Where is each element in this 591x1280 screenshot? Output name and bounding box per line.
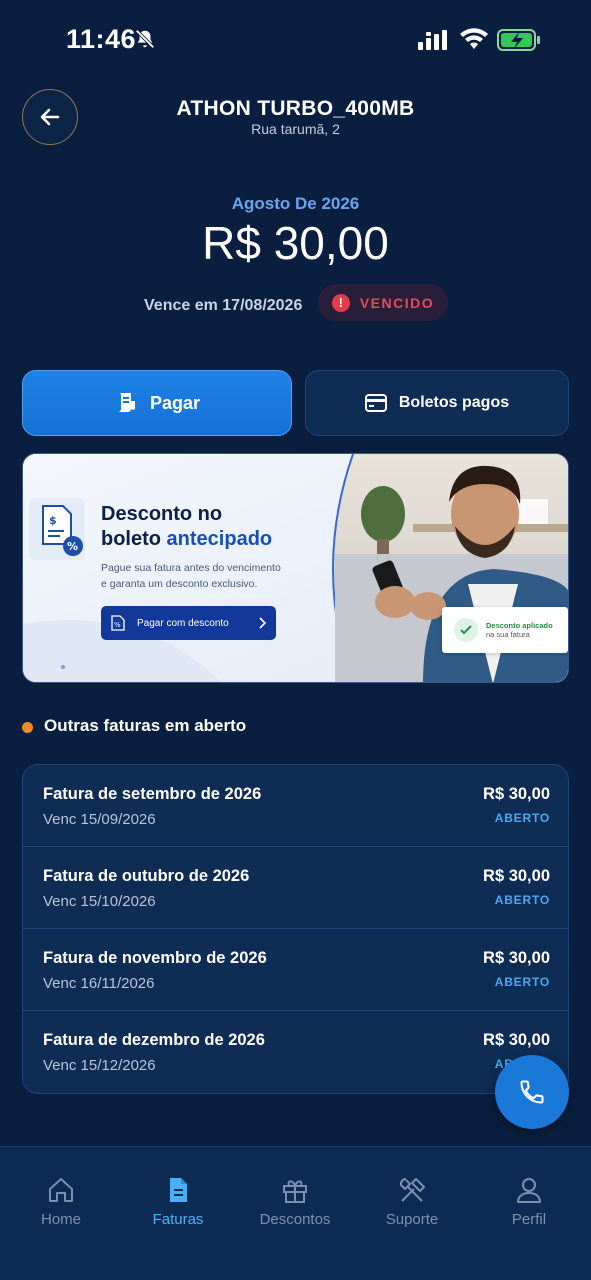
invoice-row[interactable]: Fatura de outubro de 2026 Venc 15/10/202… bbox=[23, 847, 568, 929]
user-icon bbox=[517, 1178, 541, 1203]
paid-invoices-button[interactable]: Boletos pagos bbox=[305, 370, 569, 436]
invoice-row[interactable]: Fatura de novembro de 2026 Venc 16/11/20… bbox=[23, 929, 568, 1011]
invoice-due-date: Vence em 17/08/2026 bbox=[144, 297, 303, 314]
phone-icon bbox=[520, 1080, 544, 1104]
pay-with-discount-button[interactable]: % Pagar com desconto bbox=[101, 606, 276, 640]
wifi-icon bbox=[460, 28, 488, 49]
open-invoices-list: Fatura de setembro de 2026 Venc 15/09/20… bbox=[22, 764, 569, 1094]
invoice-row-amount: R$ 30,00 bbox=[483, 785, 550, 803]
alert-icon: ! bbox=[331, 293, 350, 312]
pay-with-discount-label: Pagar com desconto bbox=[137, 617, 229, 629]
battery-charging-icon bbox=[497, 29, 540, 51]
discount-applied-subtitle: na sua fatura bbox=[486, 630, 530, 639]
invoice-row-due: Venc 15/09/2026 bbox=[43, 811, 156, 828]
signal-icon bbox=[418, 30, 447, 50]
invoice-row[interactable]: Fatura de setembro de 2026 Venc 15/09/20… bbox=[23, 765, 568, 847]
invoice-row[interactable]: Fatura de dezembro de 2026 Venc 15/12/20… bbox=[23, 1011, 568, 1093]
nav-item-label: Perfil bbox=[511, 1211, 547, 1228]
invoice-row-title: Fatura de dezembro de 2026 bbox=[43, 1031, 265, 1049]
invoice-row-amount: R$ 30,00 bbox=[483, 1031, 550, 1049]
invoice-row-due: Venc 15/10/2026 bbox=[43, 893, 156, 910]
home-icon bbox=[49, 1178, 73, 1202]
card-icon bbox=[364, 394, 387, 412]
nav-item-label: Suporte bbox=[385, 1211, 439, 1228]
pay-button-label: Pagar bbox=[149, 392, 201, 413]
plan-address: Rua tarumã, 2 bbox=[251, 121, 340, 137]
invoice-row-title: Fatura de novembro de 2026 bbox=[43, 949, 267, 967]
invoice-row-amount: R$ 30,00 bbox=[483, 867, 550, 885]
document-percent-icon: % bbox=[111, 615, 125, 631]
banner-title: Desconto no boleto antecipado bbox=[101, 503, 273, 550]
gift-icon bbox=[283, 1180, 307, 1203]
svg-text:$: $ bbox=[49, 514, 57, 527]
invoice-row-due: Venc 15/12/2026 bbox=[43, 1057, 156, 1074]
carousel-indicator[interactable] bbox=[61, 665, 65, 669]
discount-banner[interactable]: $ % Desconto no boleto antecipado Pague … bbox=[22, 453, 569, 683]
bell-muted-icon bbox=[135, 29, 155, 49]
section-bullet-icon bbox=[22, 722, 33, 733]
section-title: Outras faturas em aberto bbox=[44, 716, 247, 735]
discount-applied-pill: Desconto aplicado na sua fatura bbox=[442, 607, 568, 653]
invoice-row-amount: R$ 30,00 bbox=[483, 949, 550, 967]
plan-title: ATHON TURBO_400MB bbox=[176, 97, 415, 120]
svg-text:%: % bbox=[114, 621, 121, 629]
banner-title-highlight: antecipado bbox=[166, 528, 273, 550]
nav-item-descontos[interactable]: Descontos bbox=[245, 1175, 345, 1228]
tools-icon bbox=[399, 1178, 425, 1202]
bottom-navigation: Home Faturas Descontos Suporte Perfil bbox=[0, 1146, 591, 1280]
invoice-row-status: ABERTO bbox=[494, 811, 550, 825]
banner-subtitle: Pague sua fatura antes do vencimento e g… bbox=[101, 562, 281, 590]
svg-text:%: % bbox=[67, 540, 78, 553]
pay-button[interactable]: Pagar bbox=[22, 370, 292, 436]
invoice-discount-icon: $ % bbox=[29, 498, 85, 560]
paid-invoices-label: Boletos pagos bbox=[398, 394, 510, 411]
chevron-right-icon bbox=[259, 617, 266, 629]
nav-item-label: Descontos bbox=[259, 1211, 331, 1228]
receipt-icon bbox=[117, 393, 135, 412]
call-support-button[interactable] bbox=[495, 1055, 569, 1129]
status-badge: ! VENCIDO bbox=[318, 284, 448, 321]
nav-item-perfil[interactable]: Perfil bbox=[479, 1175, 579, 1228]
nav-item-faturas[interactable]: Faturas bbox=[128, 1175, 228, 1228]
discount-applied-title: Desconto aplicado bbox=[486, 621, 553, 630]
status-badge-label: VENCIDO bbox=[359, 294, 435, 311]
invoice-row-status: ABERTO bbox=[494, 893, 550, 907]
nav-item-label: Home bbox=[40, 1211, 81, 1228]
status-time: 11:46 bbox=[66, 24, 137, 54]
check-icon bbox=[454, 618, 478, 642]
invoice-row-due: Venc 16/11/2026 bbox=[43, 975, 155, 992]
nav-item-home[interactable]: Home bbox=[11, 1175, 111, 1228]
invoice-amount: R$ 30,00 bbox=[202, 217, 389, 269]
document-icon bbox=[170, 1178, 187, 1202]
invoice-row-title: Fatura de setembro de 2026 bbox=[43, 785, 262, 803]
nav-item-label: Faturas bbox=[152, 1211, 204, 1228]
invoice-row-title: Fatura de outubro de 2026 bbox=[43, 867, 250, 885]
invoice-row-status: ABERTO bbox=[494, 975, 550, 989]
invoice-month: Agosto De 2026 bbox=[231, 194, 360, 213]
nav-item-suporte[interactable]: Suporte bbox=[362, 1175, 462, 1228]
